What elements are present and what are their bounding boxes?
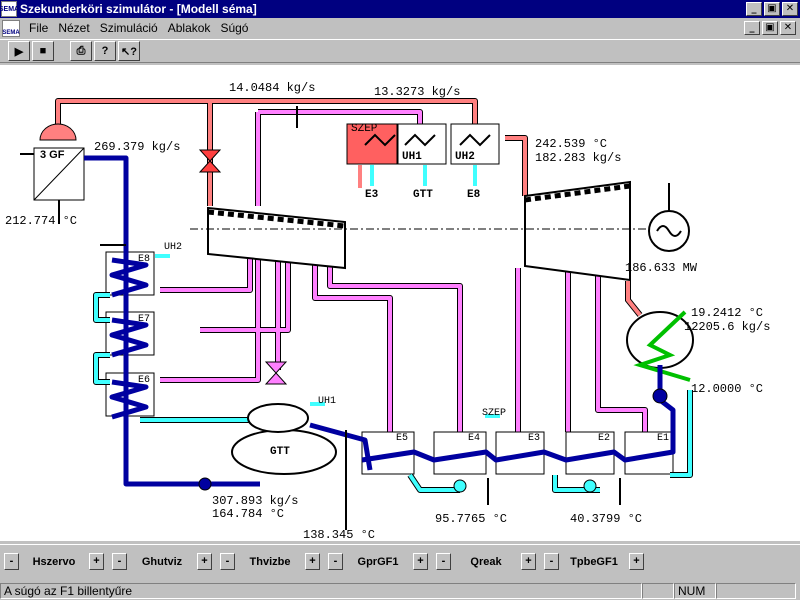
control-hszervo: - Hszervo + xyxy=(4,553,104,570)
status-message: A súgó az F1 billentyűre xyxy=(0,583,642,599)
ghutviz-plus-button[interactable]: + xyxy=(197,553,212,570)
gtt-label: GTT xyxy=(270,446,290,458)
thvizbe-label: Thvizbe xyxy=(249,555,291,568)
e3-out-label: E3 xyxy=(365,189,379,201)
status-panel-empty xyxy=(642,583,674,599)
tpbegf1-label: TpbeGF1 xyxy=(570,555,618,568)
temp-cond-1: 19.2412 °C xyxy=(691,306,764,320)
menu-sugo[interactable]: Súgó xyxy=(215,21,253,35)
temp-bottom-2: 95.7765 °C xyxy=(435,512,508,526)
temp-bottom-3: 40.3799 °C xyxy=(570,512,643,526)
schematic-diagram xyxy=(20,98,694,530)
help-icon[interactable]: ? xyxy=(94,41,116,61)
uh1-label: UH1 xyxy=(402,151,422,163)
flow-cond: 12205.6 kg/s xyxy=(684,320,771,334)
document-icon[interactable]: SEMA xyxy=(2,19,20,37)
context-help-icon[interactable]: ↖? xyxy=(118,41,140,61)
extraction-valve-icon[interactable] xyxy=(264,361,288,385)
qreak-minus-button[interactable]: - xyxy=(436,553,451,570)
e7-label: E7 xyxy=(138,314,151,325)
e2-label: E2 xyxy=(598,433,611,444)
hszervo-minus-button[interactable]: - xyxy=(4,553,19,570)
print-icon[interactable]: ⎙ xyxy=(70,41,92,61)
flow-top-1: 14.0484 kg/s xyxy=(229,81,316,95)
window-title: Szekunderköri szimulátor - [Modell séma] xyxy=(20,2,257,16)
control-bar: - Hszervo + - Ghutviz + - Thvizbe + - Gp… xyxy=(0,544,800,578)
e4-label: E4 xyxy=(468,433,481,444)
status-bar: A súgó az F1 billentyűre NUM xyxy=(0,582,800,600)
menu-szimulacio[interactable]: Szimuláció xyxy=(95,21,163,35)
gtt-out-label: GTT xyxy=(413,189,433,201)
menu-ablakok[interactable]: Ablakok xyxy=(163,21,216,35)
hszervo-plus-button[interactable]: + xyxy=(89,553,104,570)
gprgf1-label: GprGF1 xyxy=(357,555,399,568)
menu-file[interactable]: File xyxy=(24,21,53,35)
uh2-side-label: UH2 xyxy=(164,242,183,253)
mdi-restore-button[interactable]: ▣ xyxy=(762,21,778,35)
szep-side-label: SZEP xyxy=(482,408,507,419)
play-icon[interactable]: ▶ xyxy=(8,41,30,61)
control-thvizbe: - Thvizbe + xyxy=(220,553,320,570)
mdi-close-button[interactable]: ✕ xyxy=(780,21,796,35)
tpbegf1-plus-button[interactable]: + xyxy=(629,553,644,570)
control-ghutviz: - Ghutviz + xyxy=(112,553,212,570)
feed-pump-icon[interactable] xyxy=(198,477,212,491)
tpbegf1-minus-button[interactable]: - xyxy=(544,553,559,570)
status-panel-empty-2 xyxy=(716,583,796,599)
flow-gf: 269.379 kg/s xyxy=(94,140,181,154)
gprgf1-plus-button[interactable]: + xyxy=(413,553,428,570)
mdi-minimize-button[interactable]: _ xyxy=(744,21,760,35)
e8-out-label: E8 xyxy=(467,189,481,201)
control-qreak: - Qreak + xyxy=(436,553,536,570)
condensate-pump-icon[interactable] xyxy=(652,388,668,404)
flow-hp-out: 182.283 kg/s xyxy=(535,151,622,165)
control-gprgf1: - GprGF1 + xyxy=(328,553,428,570)
drain-pump-1-icon[interactable] xyxy=(453,479,467,493)
e1-label: E1 xyxy=(657,433,670,444)
hszervo-label: Hszervo xyxy=(32,555,76,568)
toolbar: ▶ ■ ⎙ ? ↖? xyxy=(0,39,800,63)
thvizbe-plus-button[interactable]: + xyxy=(305,553,320,570)
close-button[interactable]: ✕ xyxy=(782,2,798,16)
qreak-plus-button[interactable]: + xyxy=(521,553,536,570)
minimize-button[interactable]: _ xyxy=(746,2,762,16)
e5-label: E5 xyxy=(396,433,409,444)
drain-pump-2-icon[interactable] xyxy=(583,479,597,493)
temp-feed-pump: 164.784 °C xyxy=(212,507,285,521)
steam-valve-icon[interactable] xyxy=(198,149,222,173)
ghutviz-label: Ghutviz xyxy=(141,555,183,568)
temp-bottom-1: 138.345 °C xyxy=(303,528,376,542)
temp-cond-2: 12.0000 °C xyxy=(691,382,764,396)
temp-hp-out: 242.539 °C xyxy=(535,137,608,151)
szep-label: SZEP xyxy=(351,123,378,135)
e8-label: E8 xyxy=(138,254,151,265)
e6-label: E6 xyxy=(138,375,151,386)
uh2-label: UH2 xyxy=(455,151,475,163)
uh1-side-label: UH1 xyxy=(318,396,337,407)
maximize-button[interactable]: ▣ xyxy=(764,2,780,16)
e3-label: E3 xyxy=(528,433,541,444)
title-bar: SEMA Szekunderköri szimulátor - [Modell … xyxy=(0,0,800,18)
temp-feed: 212.774 °C xyxy=(5,214,78,228)
power-output: 186.633 MW xyxy=(625,261,698,275)
qreak-label: Qreak xyxy=(470,555,502,568)
gf-label: 3 GF xyxy=(40,149,65,161)
control-tpbegf1: - TpbeGF1 + xyxy=(544,553,644,570)
menu-nezet[interactable]: Nézet xyxy=(53,21,94,35)
menu-bar: SEMA File Nézet Szimuláció Ablakok Súgó … xyxy=(0,19,800,37)
steam-dome xyxy=(39,123,77,141)
ghutviz-minus-button[interactable]: - xyxy=(112,553,127,570)
hp-turbine[interactable] xyxy=(207,206,346,270)
app-icon: SEMA xyxy=(0,1,19,17)
stop-icon[interactable]: ■ xyxy=(32,41,54,61)
schematic-canvas: 3 GF SZEP UH1 UH2 E3 GTT E8 GTT E8 E7 E6… xyxy=(0,65,800,542)
flow-feed-pump: 307.893 kg/s xyxy=(212,494,299,508)
flow-top-2: 13.3273 kg/s xyxy=(374,85,461,99)
status-num: NUM xyxy=(674,583,716,599)
lp-turbine[interactable] xyxy=(524,180,631,282)
thvizbe-minus-button[interactable]: - xyxy=(220,553,235,570)
gprgf1-minus-button[interactable]: - xyxy=(328,553,343,570)
